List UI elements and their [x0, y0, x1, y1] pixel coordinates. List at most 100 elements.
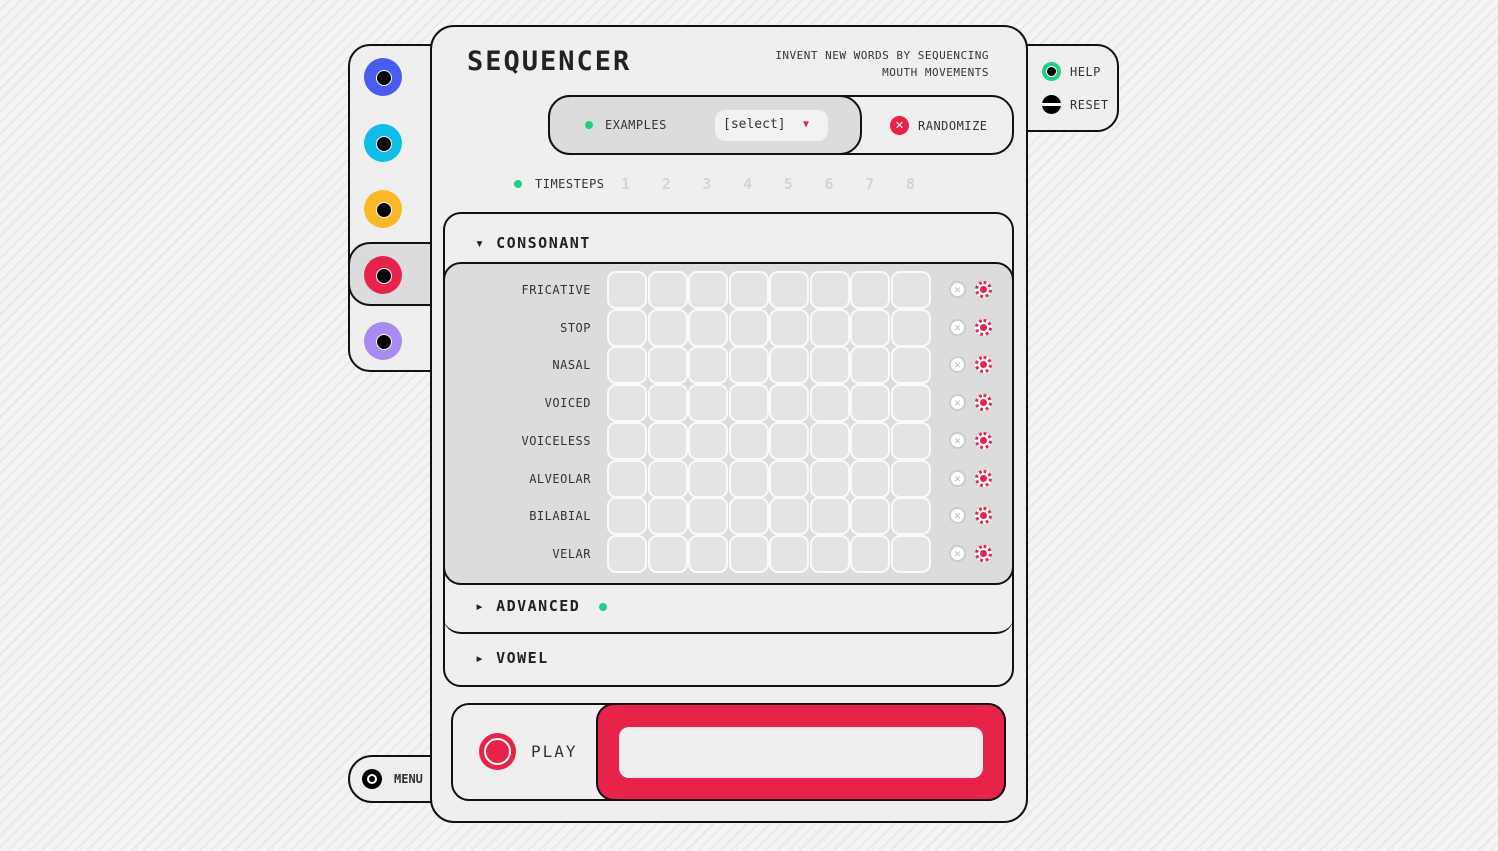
play-button[interactable]: PLAY [479, 733, 578, 770]
clear-row-icon[interactable]: ✕ [949, 281, 966, 298]
step-cell[interactable] [809, 534, 850, 573]
step-cell[interactable] [809, 459, 850, 498]
row-label: STOP [560, 320, 591, 335]
step-cell[interactable] [607, 308, 647, 347]
step-cell[interactable] [809, 346, 850, 385]
step-cell[interactable] [769, 421, 809, 460]
randomize-row-icon[interactable] [975, 431, 992, 449]
vowel-header[interactable]: ▸ VOWEL [443, 649, 1014, 669]
help-icon [1042, 62, 1061, 81]
step-cell[interactable] [607, 497, 647, 536]
step-cell[interactable] [607, 534, 647, 573]
step-cell[interactable] [850, 384, 890, 423]
step-cell[interactable] [647, 308, 688, 347]
step-cell[interactable] [890, 308, 931, 347]
step-cell[interactable] [728, 346, 769, 385]
randomize-row-icon[interactable] [975, 544, 992, 562]
step-cell[interactable] [688, 459, 728, 498]
step-cell[interactable] [890, 459, 931, 498]
step-cell[interactable] [647, 384, 688, 423]
step-cell[interactable] [607, 384, 647, 423]
examples-select[interactable]: [select] ▼ [715, 110, 828, 141]
step-cell[interactable] [769, 346, 809, 385]
reset-button[interactable]: RESET [1042, 95, 1109, 114]
step-cell[interactable] [850, 534, 890, 573]
step-cell[interactable] [809, 271, 850, 309]
randomize-button[interactable]: ✕ RANDOMIZE [890, 116, 988, 135]
clear-row-icon[interactable]: ✕ [949, 394, 966, 412]
timestep-number: 3 [702, 175, 712, 193]
step-cell[interactable] [890, 346, 931, 385]
page-title: SEQUENCER [467, 46, 632, 77]
timestep-number: 6 [824, 175, 834, 193]
channel-button-3[interactable] [364, 190, 402, 228]
step-cell[interactable] [607, 459, 647, 498]
step-cell[interactable] [647, 459, 688, 498]
step-cell[interactable] [728, 421, 769, 460]
step-cell[interactable] [850, 308, 890, 347]
step-cell[interactable] [688, 497, 728, 536]
channel-button-1[interactable] [364, 58, 402, 96]
step-cell[interactable] [688, 421, 728, 460]
step-cell[interactable] [890, 384, 931, 423]
step-cell[interactable] [769, 271, 809, 309]
step-cell[interactable] [647, 421, 688, 460]
clear-row-icon[interactable]: ✕ [949, 318, 966, 336]
step-cell[interactable] [647, 271, 688, 309]
step-cell[interactable] [728, 459, 769, 498]
randomize-row-icon[interactable] [975, 469, 992, 487]
step-cell[interactable] [728, 497, 769, 536]
step-cell[interactable] [769, 497, 809, 536]
step-cell[interactable] [890, 271, 931, 309]
step-cell[interactable] [728, 534, 769, 573]
step-cell[interactable] [890, 421, 931, 460]
step-cell[interactable] [688, 271, 728, 309]
step-cell[interactable] [728, 308, 769, 347]
clear-row-icon[interactable]: ✕ [949, 544, 966, 562]
step-cell[interactable] [809, 497, 850, 536]
step-cell[interactable] [769, 534, 809, 573]
step-cell[interactable] [728, 384, 769, 423]
clear-row-icon[interactable]: ✕ [949, 469, 966, 487]
timestep-number: 4 [743, 175, 753, 193]
timestep-number: 1 [621, 175, 631, 193]
help-button[interactable]: HELP [1042, 62, 1101, 81]
clear-row-icon[interactable]: ✕ [949, 431, 966, 449]
step-cell[interactable] [688, 384, 728, 423]
advanced-header[interactable]: ▸ ADVANCED [443, 597, 1014, 617]
step-cell[interactable] [769, 384, 809, 423]
step-cell[interactable] [809, 384, 850, 423]
randomize-row-icon[interactable] [975, 318, 992, 336]
step-cell[interactable] [850, 459, 890, 498]
step-cell[interactable] [688, 308, 728, 347]
step-cell[interactable] [809, 308, 850, 347]
step-cell[interactable] [607, 346, 647, 385]
step-cell[interactable] [890, 497, 931, 536]
step-cell[interactable] [850, 346, 890, 385]
step-cell[interactable] [688, 346, 728, 385]
channel-button-5[interactable] [364, 322, 402, 360]
word-output-field[interactable] [619, 727, 983, 778]
channel-button-2[interactable] [364, 124, 402, 162]
consonant-header[interactable]: ▾ CONSONANT [443, 234, 1014, 254]
step-cell[interactable] [688, 534, 728, 573]
step-cell[interactable] [607, 271, 647, 309]
step-cell[interactable] [647, 497, 688, 536]
step-cell[interactable] [647, 534, 688, 573]
timesteps-dot [514, 180, 522, 188]
play-icon [479, 733, 516, 770]
step-cell[interactable] [728, 271, 769, 309]
step-cell[interactable] [850, 421, 890, 460]
step-cell[interactable] [647, 346, 688, 385]
help-reset-tab [1020, 44, 1119, 132]
step-cell[interactable] [769, 308, 809, 347]
step-cell[interactable] [809, 421, 850, 460]
step-cell[interactable] [769, 459, 809, 498]
step-cell[interactable] [850, 271, 890, 309]
randomize-row-icon[interactable] [975, 394, 992, 412]
channel-button-4[interactable] [364, 256, 402, 294]
step-cell[interactable] [850, 497, 890, 536]
step-cell[interactable] [890, 534, 931, 573]
step-cell[interactable] [607, 421, 647, 460]
randomize-row-icon[interactable] [975, 281, 992, 298]
